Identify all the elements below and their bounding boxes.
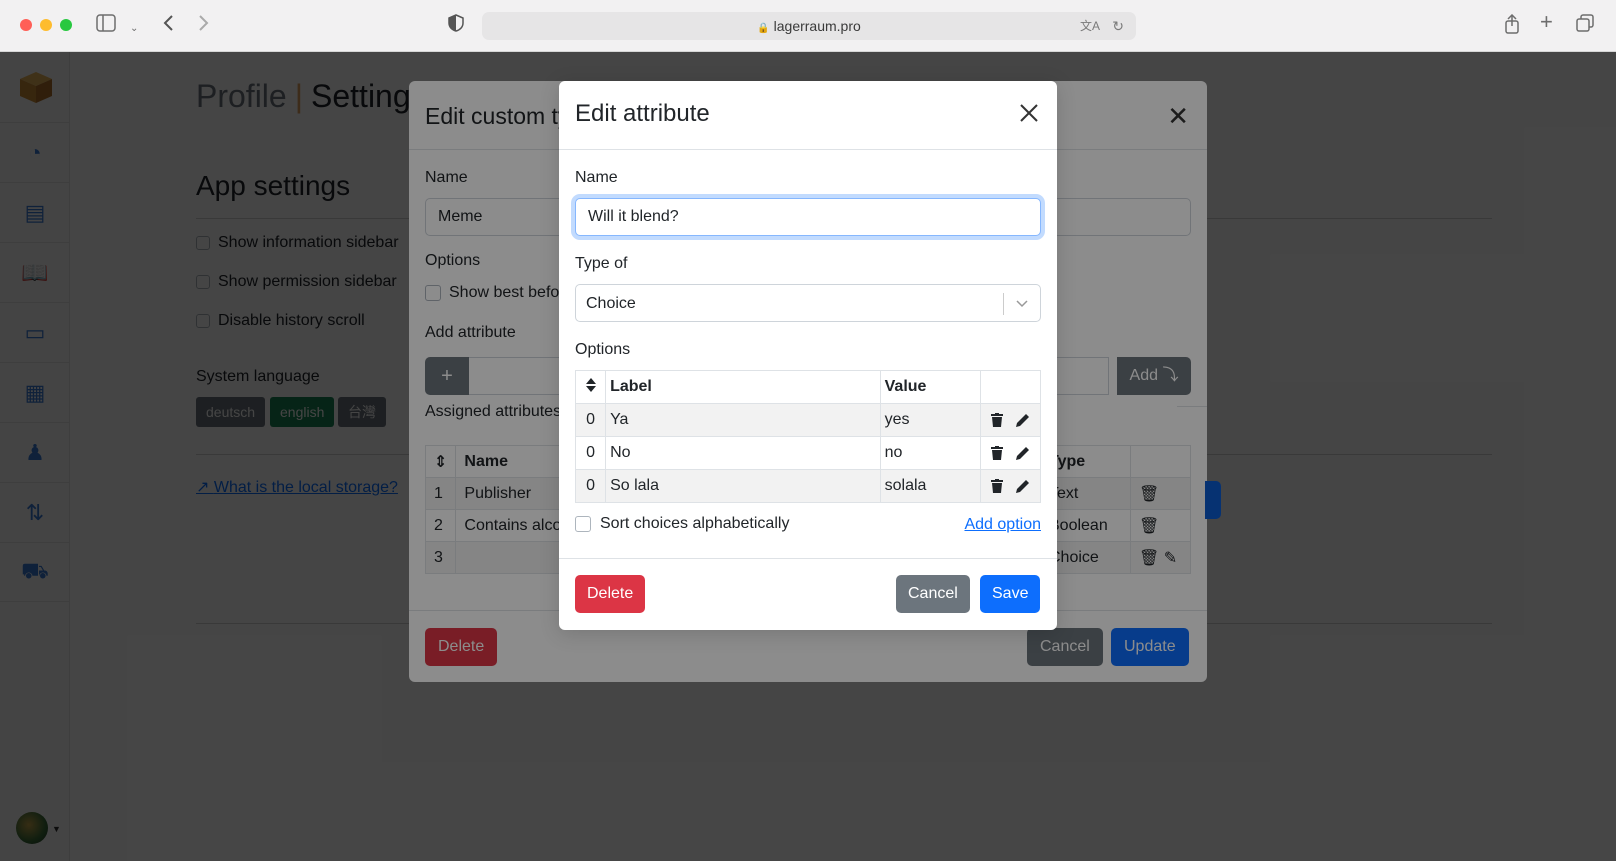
sort-checkbox-label: Sort choices alphabetically bbox=[600, 515, 790, 532]
option-value: solala bbox=[879, 469, 981, 503]
trash-icon[interactable] bbox=[991, 412, 1004, 427]
table-row: 0 Ya yes bbox=[574, 403, 1042, 437]
select-separator bbox=[1003, 293, 1004, 315]
address-bar[interactable]: 🔒 lagerraum.pro 文A ↻ bbox=[482, 12, 1136, 40]
option-label: No bbox=[605, 436, 881, 470]
checkbox-box[interactable] bbox=[575, 516, 591, 532]
modal-title: Edit attribute bbox=[575, 100, 710, 127]
option-order: 0 bbox=[574, 403, 607, 437]
divider bbox=[559, 558, 1057, 559]
column-header-label: Label bbox=[605, 370, 881, 404]
add-option-link[interactable]: Add option bbox=[964, 516, 1041, 534]
column-header-actions bbox=[979, 370, 1042, 404]
options-label: Options bbox=[575, 341, 631, 358]
option-value: no bbox=[879, 436, 981, 470]
url-text: lagerraum.pro bbox=[773, 18, 861, 34]
tab-overview-icon[interactable] bbox=[1576, 14, 1594, 36]
chevron-down-icon[interactable] bbox=[1014, 296, 1030, 312]
translate-icon[interactable]: 文A bbox=[1080, 12, 1100, 40]
cancel-button[interactable]: Cancel bbox=[896, 575, 970, 613]
option-order: 0 bbox=[574, 469, 607, 503]
table-row: 0 So lala solala bbox=[574, 469, 1042, 503]
option-value: yes bbox=[879, 403, 981, 437]
option-actions bbox=[979, 403, 1042, 437]
delete-button[interactable]: Delete bbox=[575, 575, 646, 613]
pencil-icon[interactable] bbox=[1015, 479, 1030, 493]
lock-icon: 🔒 bbox=[757, 23, 770, 34]
option-actions bbox=[979, 469, 1042, 503]
forward-icon[interactable] bbox=[198, 14, 210, 36]
chevron-down-icon[interactable]: ⌄ bbox=[130, 19, 138, 39]
partial-button bbox=[1205, 481, 1221, 519]
reload-icon[interactable]: ↻ bbox=[1112, 12, 1124, 40]
save-button[interactable]: Save bbox=[980, 575, 1041, 613]
type-select[interactable]: Choice bbox=[575, 284, 1041, 322]
close-icon[interactable] bbox=[1015, 99, 1043, 127]
minimize-window-button[interactable] bbox=[40, 19, 52, 31]
option-label: So lala bbox=[605, 469, 881, 503]
table-header-row: Label Value bbox=[574, 370, 1042, 404]
table-row: 0 No no bbox=[574, 436, 1042, 470]
type-select-value: Choice bbox=[586, 295, 636, 312]
trash-icon[interactable] bbox=[991, 478, 1004, 493]
column-header-value: Value bbox=[879, 370, 981, 404]
edit-attribute-modal: Edit attribute Name Type of Choice Optio… bbox=[559, 81, 1057, 630]
privacy-shield-icon[interactable] bbox=[448, 14, 464, 36]
option-label: Ya bbox=[605, 403, 881, 437]
attribute-name-input[interactable] bbox=[575, 198, 1041, 236]
option-order: 0 bbox=[574, 436, 607, 470]
sort-icon[interactable] bbox=[574, 370, 607, 404]
sidebar-toggle-icon[interactable] bbox=[96, 14, 116, 36]
new-tab-icon[interactable]: + bbox=[1540, 11, 1553, 33]
name-label: Name bbox=[575, 169, 618, 186]
option-actions bbox=[979, 436, 1042, 470]
maximize-window-button[interactable] bbox=[60, 19, 72, 31]
modal-header: Edit attribute bbox=[559, 81, 1057, 150]
options-table: Label Value 0 Ya yes 0 No no 0 So lala s… bbox=[574, 370, 1042, 503]
close-window-button[interactable] bbox=[20, 19, 32, 31]
browser-toolbar: ⌄ 🔒 lagerraum.pro 文A ↻ + bbox=[0, 0, 1616, 52]
back-icon[interactable] bbox=[162, 14, 174, 36]
pencil-icon[interactable] bbox=[1015, 446, 1030, 460]
type-label: Type of bbox=[575, 255, 628, 272]
share-icon[interactable] bbox=[1504, 13, 1520, 38]
pencil-icon[interactable] bbox=[1015, 413, 1030, 427]
sort-alphabetically-checkbox[interactable]: Sort choices alphabetically bbox=[575, 515, 789, 533]
trash-icon[interactable] bbox=[991, 445, 1004, 460]
